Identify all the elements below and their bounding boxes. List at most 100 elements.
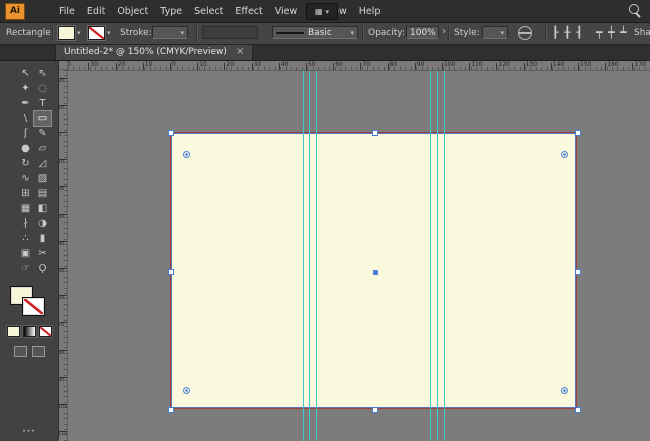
perspective-grid-tool[interactable]: ▤ xyxy=(34,186,51,201)
blend-tool[interactable]: ◑ xyxy=(34,216,51,231)
menu-object[interactable]: Object xyxy=(111,1,154,22)
menu-select[interactable]: Select xyxy=(188,1,229,22)
ruler-tick xyxy=(64,254,67,256)
menu-effect[interactable]: Effect xyxy=(229,1,268,22)
document-tab[interactable]: Untitled-2* @ 150% (CMYK/Preview) × xyxy=(55,44,254,60)
horizontal-align-right-icon[interactable]: ┨ xyxy=(576,25,583,40)
guide[interactable] xyxy=(430,70,431,441)
stroke-proxy-swatch[interactable] xyxy=(22,297,45,316)
free-transform-tool[interactable]: ▧ xyxy=(34,171,51,186)
eyedropper-tool[interactable]: ∤ xyxy=(17,216,34,231)
menu-edit[interactable]: Edit xyxy=(81,1,111,22)
selection-tool[interactable]: ↖ xyxy=(17,66,34,81)
paintbrush-tool[interactable]: ʃ xyxy=(17,126,34,141)
hand-tool[interactable]: ☞ xyxy=(17,261,34,276)
style-dropdown[interactable]: ▾ xyxy=(482,26,508,39)
ruler-tick xyxy=(64,298,67,300)
ruler-tick xyxy=(111,67,113,70)
search-icon[interactable] xyxy=(629,4,639,14)
ruler-tick xyxy=(573,67,575,70)
selection-handle[interactable] xyxy=(575,407,581,413)
center-point[interactable] xyxy=(372,269,378,275)
fill-color-dropdown[interactable]: ▾ xyxy=(58,26,81,40)
horizontal-align-center-icon[interactable]: ╂ xyxy=(564,25,571,40)
direct-selection-tool[interactable]: ⇖ xyxy=(34,66,51,81)
ruler-number: 40 xyxy=(280,61,289,68)
zoom-tool[interactable]: Ϙ xyxy=(34,261,51,276)
guide[interactable] xyxy=(444,70,445,441)
column-graph-tool[interactable]: ▮ xyxy=(34,231,51,246)
type-tool[interactable]: T xyxy=(34,96,51,111)
opacity-dropdown[interactable]: 100% xyxy=(406,26,439,39)
menu-help[interactable]: Help xyxy=(353,1,387,22)
slice-tool[interactable]: ✂ xyxy=(34,246,51,261)
symbol-sprayer-tool[interactable]: ∴ xyxy=(17,231,34,246)
horizontal-ruler[interactable]: 4030201001020304050607080901001101201301… xyxy=(68,60,650,71)
color-button[interactable] xyxy=(6,326,20,337)
ruler-number: 90 xyxy=(416,61,425,68)
vertical-align-top-icon[interactable]: ┯ xyxy=(596,25,603,40)
ruler-tick xyxy=(64,401,67,403)
pen-tool[interactable]: ✒ xyxy=(17,96,34,111)
ruler-major-tick xyxy=(197,63,199,70)
artboard-tool[interactable]: ▣ xyxy=(17,246,34,261)
selection-handle[interactable] xyxy=(371,130,378,136)
ruler-tick xyxy=(64,293,67,295)
menu-type[interactable]: Type xyxy=(154,1,188,22)
canvas[interactable] xyxy=(68,70,650,441)
width-tool[interactable]: ∿ xyxy=(17,171,34,186)
selection-handle[interactable] xyxy=(168,130,174,136)
stroke-color-dropdown[interactable]: ▾ xyxy=(88,26,111,40)
selection-handle[interactable] xyxy=(371,407,378,413)
ruler-number: 80 xyxy=(389,61,398,68)
selection-handle[interactable] xyxy=(168,407,174,413)
width-profile-dropdown[interactable] xyxy=(202,26,258,39)
blob-brush-tool[interactable]: ● xyxy=(17,141,34,156)
style-label: Style: xyxy=(454,28,480,38)
none-button[interactable] xyxy=(38,326,52,337)
close-icon[interactable]: × xyxy=(236,47,244,57)
lasso-tool[interactable]: ◌ xyxy=(34,81,51,96)
guide[interactable] xyxy=(316,70,317,441)
gradient-button[interactable] xyxy=(22,326,36,337)
live-corner-widget[interactable] xyxy=(561,151,568,158)
selection-handle[interactable] xyxy=(575,130,581,136)
line-segment-tool[interactable]: \ xyxy=(17,111,34,126)
artboard-rectangle[interactable] xyxy=(168,130,581,413)
workspace-switcher-button[interactable]: ▦ ▾ xyxy=(306,3,338,20)
ruler-tick xyxy=(133,67,135,70)
magic-wand-tool[interactable]: ✦ xyxy=(17,81,34,96)
gradient-tool[interactable]: ◧ xyxy=(34,201,51,216)
ruler-tick xyxy=(64,91,67,93)
opacity-panel-chevron[interactable]: › xyxy=(442,26,446,37)
draw-normal-button[interactable] xyxy=(13,346,27,357)
guide[interactable] xyxy=(309,70,310,441)
guide[interactable] xyxy=(303,70,304,441)
live-corner-widget[interactable] xyxy=(561,387,568,394)
scale-tool[interactable]: ◿ xyxy=(34,156,51,171)
selection-handle[interactable] xyxy=(575,268,581,275)
selection-handle[interactable] xyxy=(168,268,174,275)
vertical-align-center-icon[interactable]: ┿ xyxy=(608,25,615,40)
toolbar-more-indicator[interactable]: ••• xyxy=(0,428,58,435)
vertical-ruler[interactable]: 20 10 0 10 20 30 40 50 60 70 80 90 100 110 xyxy=(58,70,68,441)
pencil-tool[interactable]: ✎ xyxy=(34,126,51,141)
mesh-tool[interactable]: ▦ xyxy=(17,201,34,216)
eraser-tool[interactable]: ▱ xyxy=(34,141,51,156)
vertical-align-bottom-icon[interactable]: ┷ xyxy=(620,25,627,40)
globe-icon[interactable] xyxy=(518,26,532,40)
ruler-corner[interactable] xyxy=(58,60,68,70)
brush-definition-dropdown[interactable]: Basic ▾ xyxy=(272,26,358,39)
stroke-weight-dropdown[interactable]: ▾ xyxy=(152,26,188,39)
screen-mode-button[interactable] xyxy=(31,346,45,357)
rotate-tool[interactable]: ↻ xyxy=(17,156,34,171)
live-corner-widget[interactable] xyxy=(183,151,190,158)
ruler-tick xyxy=(541,67,543,70)
menu-view[interactable]: View xyxy=(269,1,304,22)
guide[interactable] xyxy=(437,70,438,441)
shape-builder-tool[interactable]: ⊞ xyxy=(17,186,34,201)
horizontal-align-left-icon[interactable]: ┠ xyxy=(552,25,559,40)
rectangle-tool[interactable]: ▭ xyxy=(33,110,52,127)
menu-file[interactable]: File xyxy=(53,1,81,22)
live-corner-widget[interactable] xyxy=(183,387,190,394)
